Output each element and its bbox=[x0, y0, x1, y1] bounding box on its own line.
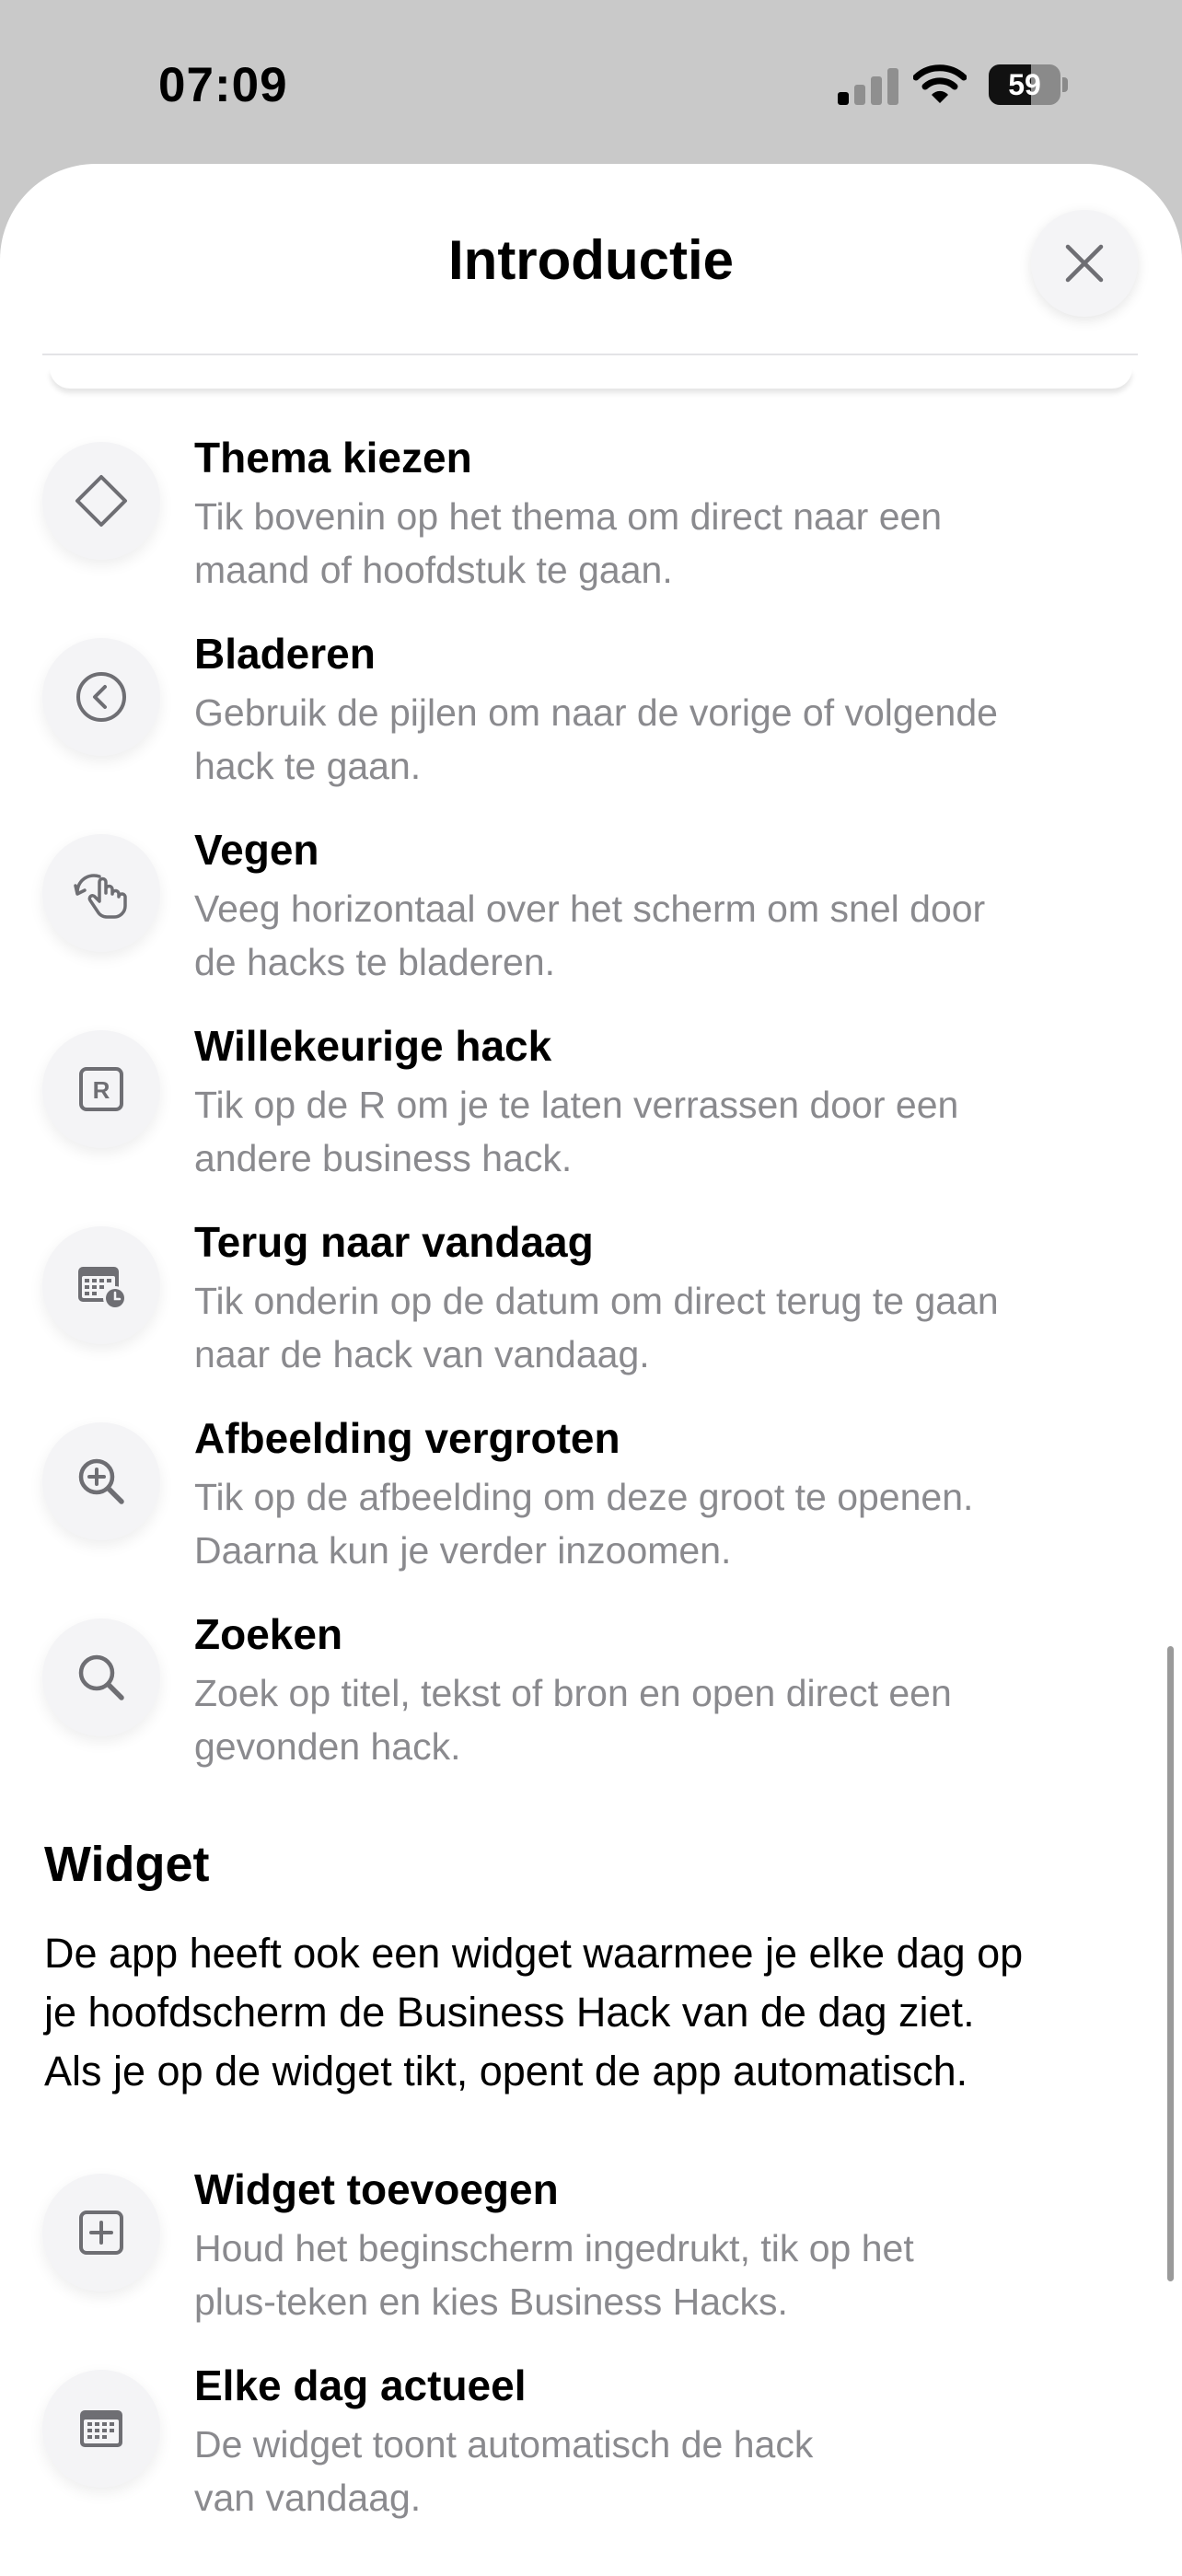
item-title: Elke dag actueel bbox=[194, 2361, 527, 2409]
plus-square-icon bbox=[79, 2210, 123, 2255]
swipe-hand-icon bbox=[74, 874, 127, 919]
item-description: Tik onderin op de datum om direct terug … bbox=[194, 1280, 999, 1375]
calendar-icon bbox=[80, 2410, 122, 2447]
icon-badge bbox=[42, 1619, 160, 1736]
item-description: Veeg horizontaal over het scherm om snel… bbox=[194, 888, 986, 983]
item-description: De widget toont automatisch de hack van v… bbox=[194, 2423, 814, 2519]
icon-badge bbox=[42, 834, 160, 952]
item-title: Willekeurige hack bbox=[194, 1022, 552, 1070]
cellular-signal-icon bbox=[838, 66, 898, 105]
icon-badge bbox=[42, 442, 160, 560]
close-button[interactable] bbox=[1031, 210, 1138, 317]
item-description: Tik bovenin op het thema om direct naar … bbox=[194, 495, 943, 591]
previous-card-edge bbox=[50, 368, 1132, 389]
item-description: Tik op de R om je te laten verrassen doo… bbox=[194, 1084, 959, 1179]
item-title: Afbeelding vergroten bbox=[194, 1414, 620, 1462]
calendar-clock-icon bbox=[78, 1267, 127, 1310]
item-title: Terug naar vandaag bbox=[194, 1218, 594, 1266]
icon-badge bbox=[42, 2174, 160, 2292]
close-icon bbox=[1065, 244, 1104, 283]
icon-badge bbox=[42, 2370, 160, 2488]
icon-badge bbox=[42, 1226, 160, 1344]
widget-section-text: De app heeft ook een widget waarmee je e… bbox=[44, 1930, 1024, 2094]
icon-badge bbox=[42, 1422, 160, 1540]
item-title: Vegen bbox=[194, 826, 319, 874]
zoom-in-icon bbox=[78, 1458, 124, 1504]
item-title: Zoeken bbox=[194, 1610, 343, 1658]
sheet-title: Introductie bbox=[448, 229, 734, 291]
r-square-icon: R bbox=[79, 1067, 123, 1111]
svg-text:R: R bbox=[93, 1076, 110, 1104]
item-title: Thema kiezen bbox=[194, 434, 472, 482]
diamond-icon bbox=[75, 475, 127, 527]
introduction-sheet: Introductie Thema kiezen Tik bovenin op … bbox=[0, 164, 1182, 2576]
item-description: Tik op de afbeelding om deze groot te op… bbox=[194, 1476, 974, 1572]
widget-section-title: Widget bbox=[44, 1837, 210, 1892]
item-description: Houd het beginscherm ingedrukt, tik op h… bbox=[194, 2227, 914, 2323]
wifi-icon bbox=[913, 64, 967, 103]
item-title: Widget toevoegen bbox=[194, 2165, 559, 2213]
scroll-indicator[interactable] bbox=[1167, 1646, 1174, 2281]
search-icon bbox=[78, 1654, 124, 1700]
battery-icon: 59 bbox=[989, 64, 1068, 105]
chevron-left-circle-icon bbox=[76, 672, 126, 722]
item-description: Gebruik de pijlen om naar de vorige of v… bbox=[194, 691, 998, 787]
header-divider bbox=[42, 354, 1138, 355]
item-description: Zoek op titel, tekst of bron en open dir… bbox=[194, 1672, 952, 1768]
icon-badge: R bbox=[42, 1030, 160, 1148]
battery-percentage: 59 bbox=[1008, 68, 1041, 101]
item-title: Bladeren bbox=[194, 630, 376, 678]
status-bar: 07:09 59 bbox=[0, 0, 1182, 166]
status-time: 07:09 bbox=[158, 58, 288, 112]
icon-badge bbox=[42, 638, 160, 756]
